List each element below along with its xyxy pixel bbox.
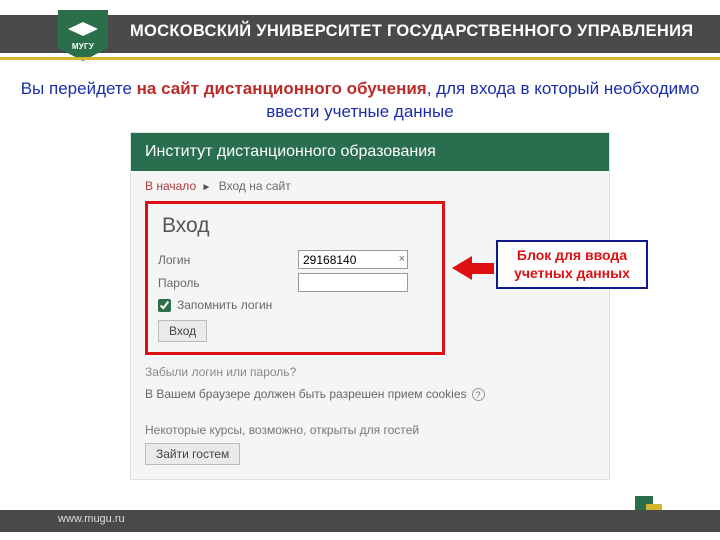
header-title: МОСКОВСКИЙ УНИВЕРСИТЕТ ГОСУДАРСТВЕННОГО … — [130, 22, 693, 41]
password-label: Пароль — [158, 276, 298, 290]
footer-url: www.mugu.ru — [58, 513, 125, 525]
breadcrumb-home[interactable]: В начало — [145, 179, 196, 193]
login-label: Логин — [158, 253, 298, 267]
guest-text: Некоторые курсы, возможно, открыты для г… — [145, 423, 595, 437]
header-bar: МОСКОВСКИЙ УНИВЕРСИТЕТ ГОСУДАРСТВЕННОГО … — [0, 15, 720, 53]
breadcrumb: В начало ► Вход на сайт — [145, 179, 595, 193]
login-form-highlight: Вход Логин × Пароль Запомнить логин Вход — [145, 201, 445, 355]
password-input[interactable] — [298, 273, 408, 292]
arrow-icon — [452, 256, 494, 280]
remember-checkbox[interactable] — [158, 299, 171, 312]
clear-icon[interactable]: × — [399, 251, 405, 268]
forgot-link[interactable]: Забыли логин или пароль? — [145, 365, 296, 379]
remember-label: Запомнить логин — [177, 298, 272, 312]
breadcrumb-sep: ► — [201, 182, 211, 193]
logo: МУГУ — [58, 10, 108, 60]
callout-box: Блок для ввода учетных данных — [496, 240, 648, 289]
header-accent-line — [0, 57, 720, 60]
login-heading: Вход — [162, 214, 432, 238]
instruction-text: Вы перейдете на сайт дистанционного обуч… — [0, 78, 720, 124]
help-icon[interactable]: ? — [472, 388, 485, 401]
cookies-note: В Вашем браузере должен быть разрешен пр… — [145, 387, 595, 401]
login-button[interactable]: Вход — [158, 320, 207, 342]
panel-title: Институт дистанционного образования — [131, 133, 609, 171]
footer-bar: www.mugu.ru — [0, 510, 720, 532]
login-panel: Институт дистанционного образования В на… — [130, 132, 610, 480]
login-input[interactable] — [298, 250, 408, 269]
logo-text: МУГУ — [58, 42, 108, 51]
guest-button[interactable]: Зайти гостем — [145, 443, 240, 465]
breadcrumb-current: Вход на сайт — [219, 179, 291, 193]
